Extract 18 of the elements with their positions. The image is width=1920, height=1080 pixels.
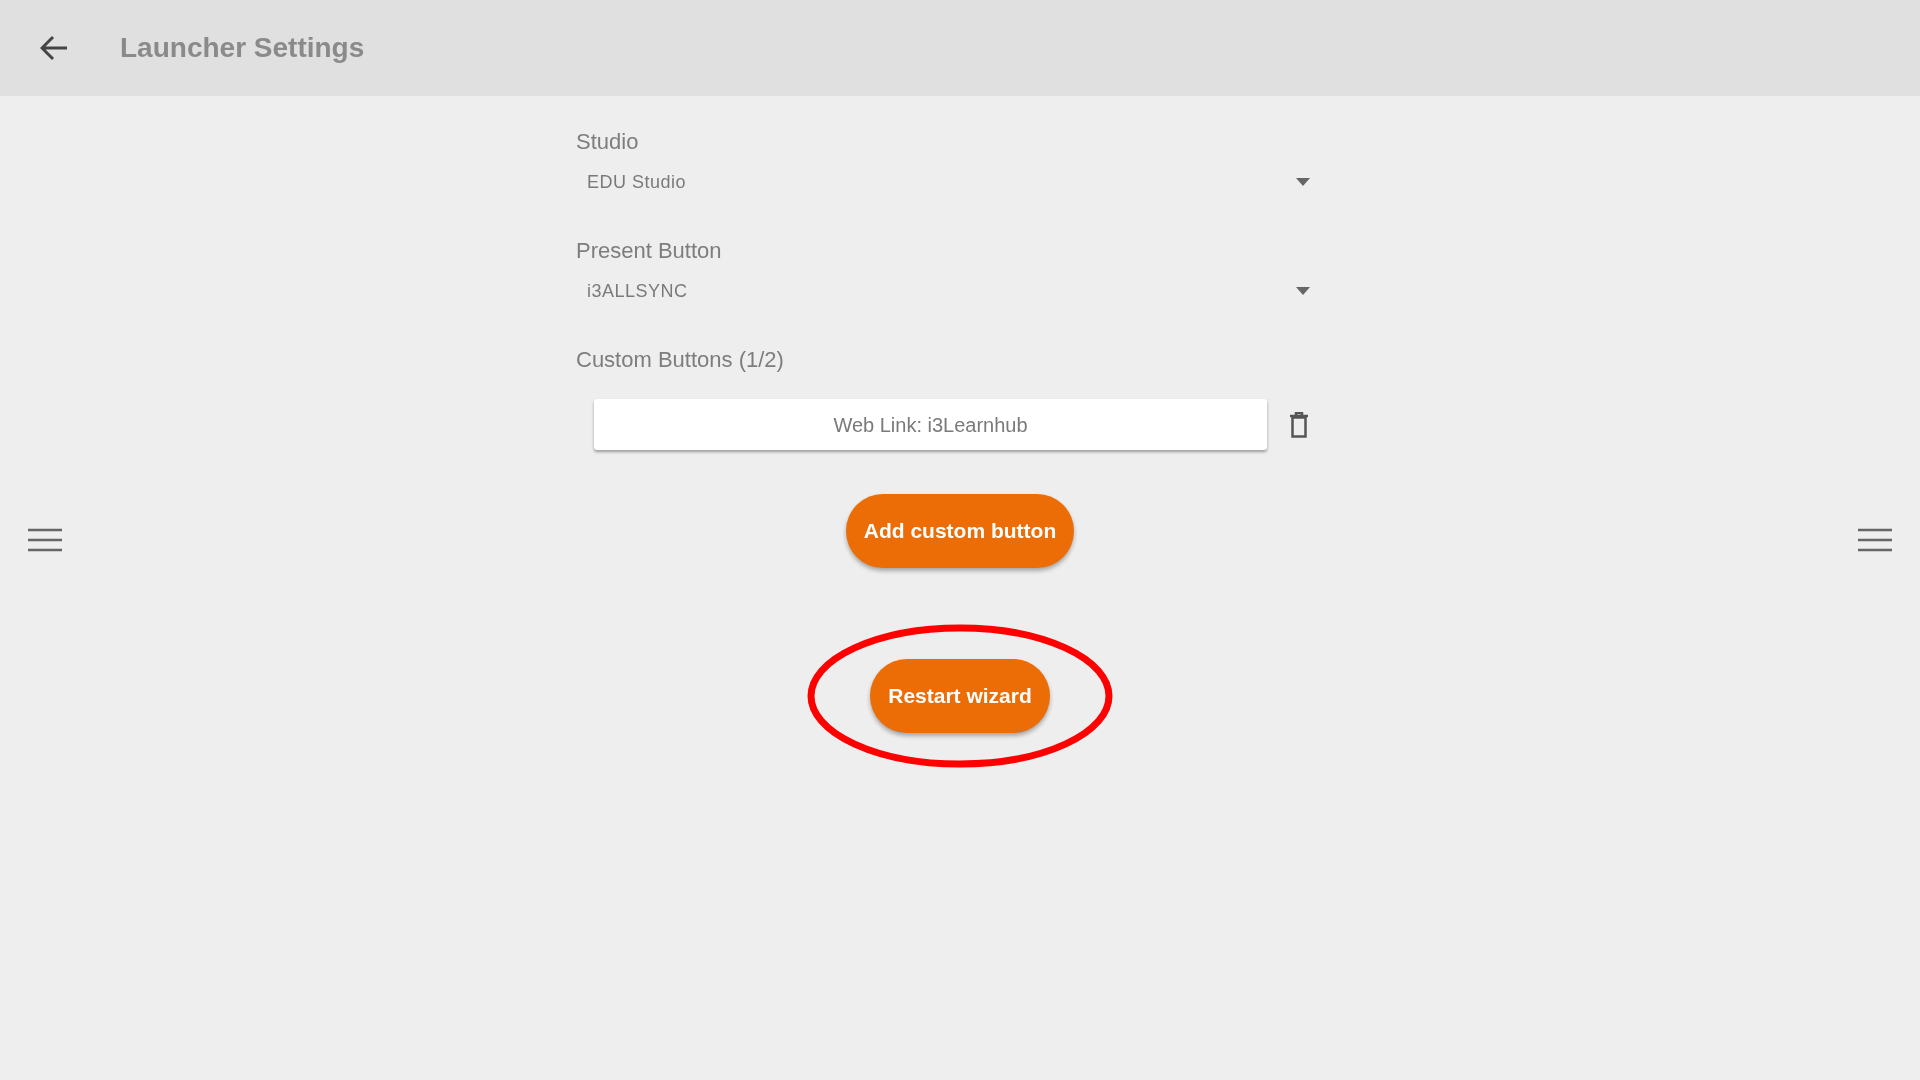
section-label: Custom Buttons (1/2) <box>576 346 785 374</box>
delete-button[interactable] <box>1289 411 1309 438</box>
menu-button[interactable] <box>1858 527 1892 551</box>
dropdown[interactable]: i3ALLSYNC <box>576 266 1316 316</box>
dropdown-caret-icon <box>1296 178 1310 186</box>
section-label: Present Button <box>576 237 723 265</box>
menu-button[interactable] <box>28 527 62 551</box>
menu-icon <box>28 527 62 552</box>
back-arrow-icon <box>40 35 68 61</box>
action-button[interactable]: Add custom button <box>845 494 1075 568</box>
action-button[interactable]: Restart wizard <box>870 659 1050 733</box>
dropdown-caret-icon <box>1296 287 1310 295</box>
page-title: Launcher Settings <box>120 31 365 65</box>
dropdown[interactable]: EDU Studio <box>576 157 1316 207</box>
custom-button-entry[interactable]: Web Link: i3Learnhub <box>594 399 1267 450</box>
trash-icon <box>1289 411 1309 438</box>
section-label: Studio <box>576 128 640 156</box>
menu-icon <box>1858 527 1892 552</box>
